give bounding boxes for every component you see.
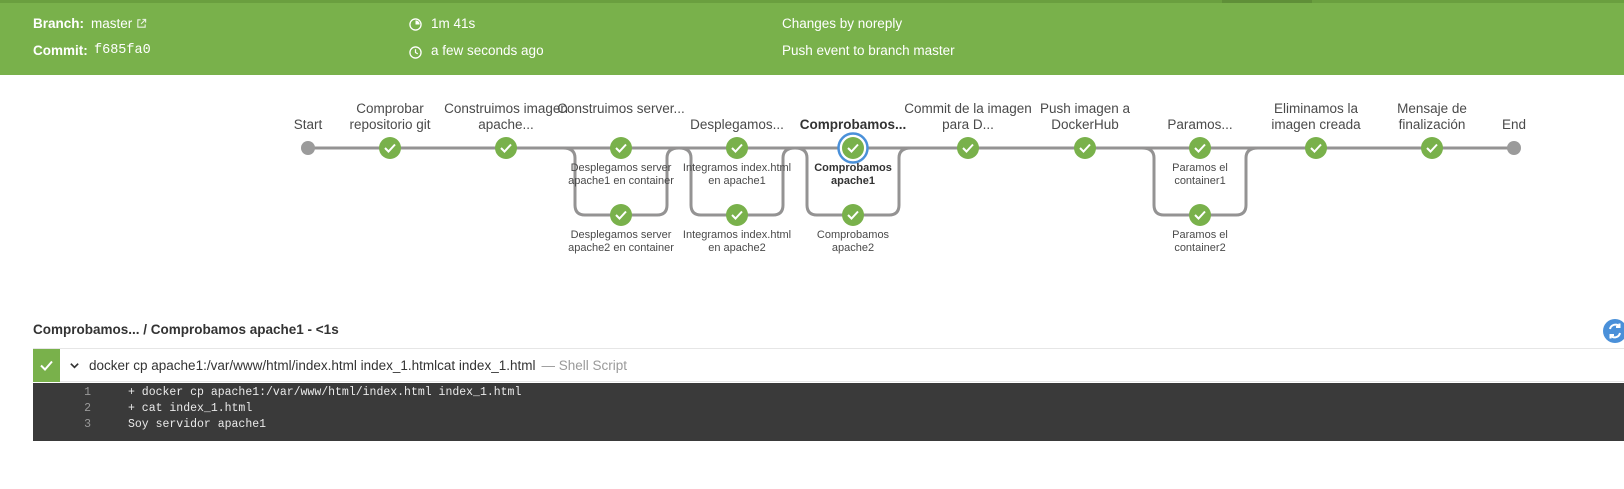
clock-icon <box>409 46 422 59</box>
log-output: 1 + docker cp apache1:/var/www/html/index… <box>33 383 1624 441</box>
stage-node-desplegamos[interactable] <box>726 137 748 159</box>
log-line-text: + docker cp apache1:/var/www/html/index.… <box>128 386 522 399</box>
stage-node-push[interactable] <box>1074 137 1096 159</box>
stage-node-comprobamos-selected[interactable] <box>842 137 864 159</box>
stage-node-construimos-imagen[interactable] <box>495 137 517 159</box>
stage-node-comprobamos-2[interactable] <box>842 204 864 226</box>
duration-icon <box>409 18 422 31</box>
log-line: 2 + cat index_1.html <box>33 402 1624 418</box>
branch-row: Branch: master <box>33 16 147 31</box>
branch-label: Branch: <box>33 16 85 31</box>
log-line-number[interactable]: 3 <box>63 418 91 431</box>
stage-label-comprobamos[interactable]: Comprobamos... <box>788 117 918 133</box>
duration: 1m 41s <box>431 16 476 31</box>
time-ago: a few seconds ago <box>431 43 544 58</box>
parallel-label-comprobamos-2[interactable]: Comprobamos apache2 <box>798 229 908 255</box>
step-command[interactable]: docker cp apache1:/var/www/html/index.ht… <box>89 358 627 373</box>
stage-node-paramos-2[interactable] <box>1189 204 1211 226</box>
log-line: 1 + docker cp apache1:/var/www/html/index… <box>33 386 1624 402</box>
branch-value[interactable]: master <box>91 16 132 31</box>
commit-row: Commit: f685fa0 <box>33 43 151 58</box>
stage-node-commit[interactable] <box>957 137 979 159</box>
step-type: — Shell Script <box>541 358 627 373</box>
chevron-down-icon[interactable] <box>69 360 80 371</box>
pipeline-start-node <box>301 141 315 155</box>
trigger-cause: Push event to branch master <box>782 43 955 58</box>
stage-label-construimos-imagen[interactable]: Construimos imagen apache... <box>441 101 571 133</box>
log-line-number[interactable]: 2 <box>63 402 91 415</box>
log-title: Comprobamos... / Comprobamos apache1 - <… <box>33 322 339 337</box>
step-command-text: docker cp apache1:/var/www/html/index.ht… <box>89 358 536 373</box>
pipeline-graph: Start Comprobar repositorio git Construimo… <box>0 95 1624 295</box>
stage-node-mensaje[interactable] <box>1421 137 1443 159</box>
stage-label-desplegamos[interactable]: Desplegamos... <box>672 117 802 133</box>
pipeline-end-node <box>1507 141 1521 155</box>
stage-node-comprobar[interactable] <box>379 137 401 159</box>
stage-label-end[interactable]: End <box>1449 117 1579 133</box>
refresh-icon[interactable] <box>1602 318 1624 344</box>
run-header: Branch: master Commit: f685fa0 1m 41s a … <box>0 0 1624 75</box>
parallel-label-construimos-server-2[interactable]: Desplegamos server apache2 en container <box>566 229 676 255</box>
stage-label-push[interactable]: Push imagen a DockerHub <box>1020 101 1150 133</box>
parallel-label-desplegamos-1[interactable]: Integramos index.html en apache1 <box>682 162 792 188</box>
log-step-row[interactable]: docker cp apache1:/var/www/html/index.ht… <box>33 348 1624 382</box>
stage-label-commit[interactable]: Commit de la imagen para D... <box>903 101 1033 133</box>
stage-node-eliminamos[interactable] <box>1305 137 1327 159</box>
commit-hash[interactable]: f685fa0 <box>94 43 151 58</box>
stage-node-construimos-server-2[interactable] <box>610 204 632 226</box>
log-line-text: + cat index_1.html <box>128 402 253 415</box>
parallel-label-desplegamos-2[interactable]: Integramos index.html en apache2 <box>682 229 792 255</box>
parallel-label-paramos-2[interactable]: Paramos el container2 <box>1145 229 1255 255</box>
log-line-number[interactable]: 1 <box>63 386 91 399</box>
step-status-success <box>33 349 60 382</box>
branch-link[interactable]: master <box>91 16 147 31</box>
stage-label-paramos[interactable]: Paramos... <box>1135 117 1265 133</box>
changes-link[interactable]: Changes by noreply <box>782 16 902 31</box>
stage-label-eliminamos[interactable]: Eliminamos la imagen creada <box>1251 101 1381 133</box>
parallel-label-paramos-1[interactable]: Paramos el container1 <box>1145 162 1255 188</box>
stage-label-construimos-server[interactable]: Construimos server... <box>556 101 686 117</box>
log-line: 3 Soy servidor apache1 <box>33 418 1624 434</box>
check-icon <box>40 360 53 371</box>
external-link-icon[interactable] <box>136 18 147 29</box>
stage-node-desplegamos-2[interactable] <box>726 204 748 226</box>
stage-node-paramos[interactable] <box>1189 137 1211 159</box>
log-line-text: Soy servidor apache1 <box>128 418 267 431</box>
stage-label-comprobar[interactable]: Comprobar repositorio git <box>325 101 455 133</box>
commit-label: Commit: <box>33 43 88 58</box>
active-tab-indicator <box>1222 0 1312 3</box>
parallel-label-comprobamos-1[interactable]: Comprobamos apache1 <box>798 162 908 188</box>
stage-node-construimos-server[interactable] <box>610 137 632 159</box>
parallel-label-construimos-server-1[interactable]: Desplegamos server apache1 en container <box>566 162 676 188</box>
